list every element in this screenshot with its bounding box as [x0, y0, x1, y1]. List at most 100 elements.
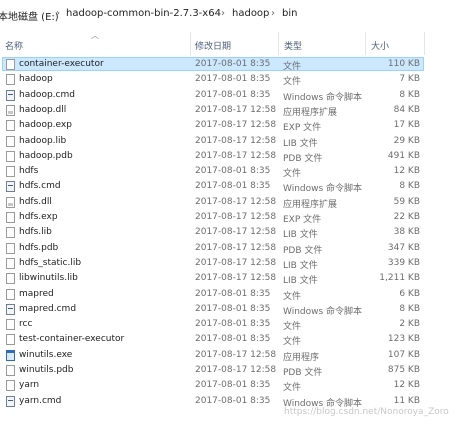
file-row[interactable]: hdfs.exp 2017-08-17 12:58 EXP 文件 22 KB — [0, 210, 474, 225]
file-date: 2017-08-17 12:58 — [195, 257, 277, 268]
file-row[interactable]: hadoop 2017-08-01 8:35 文件 7 KB — [0, 72, 474, 87]
file-name: winutils.exe — [19, 349, 73, 360]
file-row[interactable]: winutils.exe 2017-08-17 12:58 应用程序 107 KB — [0, 348, 474, 363]
file-date: 2017-08-01 8:35 — [195, 74, 271, 85]
file-name: container-executor — [19, 59, 104, 69]
file-row[interactable]: hdfs_static.lib 2017-08-17 12:58 LIB 文件 339… — [0, 256, 474, 271]
file-icon — [6, 166, 15, 178]
file-type: EXP 文件 — [283, 215, 322, 225]
file-type: 应用程序扩展 — [283, 107, 338, 118]
file-type: 文件 — [283, 337, 302, 348]
file-size: 38 KB — [393, 227, 420, 238]
file-type: Windows 命令脚本 — [283, 184, 363, 195]
file-row[interactable]: hdfs 2017-08-01 8:35 文件 12 KB — [0, 164, 474, 179]
file-name: hdfs — [19, 166, 39, 177]
file-type: EXP 文件 — [283, 123, 322, 134]
column-divider[interactable] — [190, 32, 191, 55]
file-size: 7 KB — [399, 74, 420, 85]
file-size: 2 KB — [399, 319, 420, 330]
file-date: 2017-08-17 12:58 — [195, 349, 277, 360]
file-type: Windows 命令脚本 — [283, 92, 363, 103]
column-divider[interactable] — [365, 32, 366, 55]
file-row[interactable]: hdfs.dll 2017-08-17 12:58 应用程序扩展 59 KB — [0, 195, 474, 210]
file-row[interactable]: winutils.pdb 2017-08-17 12:58 PDB 文件 875 KB — [0, 363, 474, 378]
file-date: 2017-08-17 12:58 — [195, 365, 277, 375]
file-row[interactable]: container-executor 2017-08-01 8:35 文件 110 K… — [0, 57, 474, 72]
file-icon — [6, 257, 15, 269]
file-date: 2017-08-01 8:35 — [195, 59, 271, 69]
breadcrumb-drive[interactable]: 本地磁盘 (E:) — [0, 8, 59, 23]
file-date: 2017-08-01 8:35 — [195, 303, 271, 314]
watermark-text: https://blog.csdn.net/Nonoroya_Zoro — [284, 407, 449, 417]
file-name: libwinutils.lib — [19, 273, 78, 284]
address-bar[interactable]: 本地磁盘 (E:) › hadoop-common-bin-2.7.3-x64 … — [0, 0, 474, 31]
file-row[interactable]: yarn 2017-08-01 8:35 文件 12 KB — [0, 378, 474, 393]
file-name: hdfs.lib — [19, 227, 52, 238]
dll-icon — [6, 104, 15, 116]
file-size: 11 KB — [393, 395, 420, 406]
file-type: 文件 — [283, 291, 302, 302]
file-row[interactable]: mapred.cmd 2017-08-01 8:35 Windows 命令脚本 8 K… — [0, 302, 474, 317]
dll-icon — [6, 196, 15, 208]
file-date: 2017-08-01 8:35 — [195, 334, 271, 345]
file-date: 2017-08-01 8:35 — [195, 380, 271, 391]
file-size: 339 KB — [387, 257, 420, 268]
file-row[interactable]: hdfs.lib 2017-08-17 12:58 LIB 文件 38 KB — [0, 225, 474, 240]
file-icon — [6, 212, 15, 223]
file-type: LIB 文件 — [283, 138, 318, 149]
cmd-icon — [6, 303, 15, 315]
file-name: hadoop.lib — [19, 135, 67, 146]
file-name: hdfs.pdb — [19, 242, 59, 253]
file-size: 84 KB — [393, 104, 420, 115]
column-divider[interactable] — [424, 32, 425, 55]
sort-up-icon: ︿ — [91, 31, 99, 40]
file-name: hadoop.cmd — [19, 89, 75, 100]
column-header-size[interactable]: 大小 — [371, 39, 389, 52]
column-divider[interactable] — [278, 32, 279, 55]
file-date: 2017-08-17 12:58 — [195, 120, 277, 131]
file-size: 110 KB — [387, 59, 420, 69]
file-icon — [6, 334, 15, 346]
file-row[interactable]: hadoop.lib 2017-08-17 12:58 LIB 文件 29 KB — [0, 134, 474, 149]
file-name: hdfs_static.lib — [19, 257, 82, 268]
file-row[interactable]: hadoop.pdb 2017-08-17 12:58 PDB 文件 491 KB — [0, 149, 474, 164]
file-size: 8 KB — [399, 303, 420, 314]
file-row[interactable]: rcc 2017-08-01 8:35 文件 2 KB — [0, 317, 474, 332]
file-size: 17 KB — [393, 120, 420, 131]
file-type: 文件 — [283, 383, 302, 394]
breadcrumb-separator-icon[interactable]: › — [221, 8, 225, 19]
breadcrumb-item-bin[interactable]: bin — [282, 8, 297, 19]
file-row[interactable]: test-container-executor 2017-08-01 8:35 文件… — [0, 332, 474, 347]
file-icon — [6, 74, 15, 86]
file-row[interactable]: hadoop.exp 2017-08-17 12:58 EXP 文件 17 KB — [0, 118, 474, 133]
file-date: 2017-08-17 12:58 — [195, 135, 277, 146]
file-size: 347 KB — [387, 242, 420, 253]
breadcrumb-separator-icon[interactable]: › — [56, 8, 60, 19]
breadcrumb-item-hadoop-common-bin[interactable]: hadoop-common-bin-2.7.3-x64 — [66, 8, 221, 19]
breadcrumb-item-hadoop[interactable]: hadoop — [232, 8, 269, 19]
file-type: PDB 文件 — [283, 245, 323, 256]
file-name: mapred — [19, 288, 54, 299]
file-size: 107 KB — [387, 349, 420, 360]
file-icon — [6, 135, 15, 147]
file-size: 59 KB — [393, 196, 420, 207]
file-icon — [6, 242, 15, 254]
column-header-type[interactable]: 类型 — [284, 39, 302, 52]
file-row[interactable]: hadoop.dll 2017-08-17 12:58 应用程序扩展 84 KB — [0, 103, 474, 118]
column-header-date[interactable]: 修改日期 — [195, 39, 231, 52]
file-name: winutils.pdb — [19, 365, 74, 375]
file-row[interactable]: hadoop.cmd 2017-08-01 8:35 Windows 命令脚本 8 K… — [0, 88, 474, 103]
file-row[interactable]: libwinutils.lib 2017-08-17 12:58 LIB 文件 1,2… — [0, 271, 474, 286]
file-size: 491 KB — [387, 150, 420, 161]
column-header-bar: ︿ 名称 修改日期 类型 大小 — [0, 30, 474, 57]
file-row[interactable]: hdfs.cmd 2017-08-01 8:35 Windows 命令脚本 8 KB — [0, 179, 474, 194]
file-type: 文件 — [283, 169, 302, 180]
file-name: hadoop.exp — [19, 120, 72, 131]
file-icon — [6, 380, 15, 392]
column-header-name[interactable]: 名称 — [5, 39, 23, 52]
file-row[interactable]: mapred 2017-08-01 8:35 文件 6 KB — [0, 287, 474, 302]
breadcrumb-separator-icon[interactable]: › — [271, 8, 275, 19]
file-date: 2017-08-17 12:58 — [195, 227, 277, 238]
file-date: 2017-08-01 8:35 — [195, 166, 271, 177]
file-row[interactable]: hdfs.pdb 2017-08-17 12:58 PDB 文件 347 KB — [0, 241, 474, 256]
